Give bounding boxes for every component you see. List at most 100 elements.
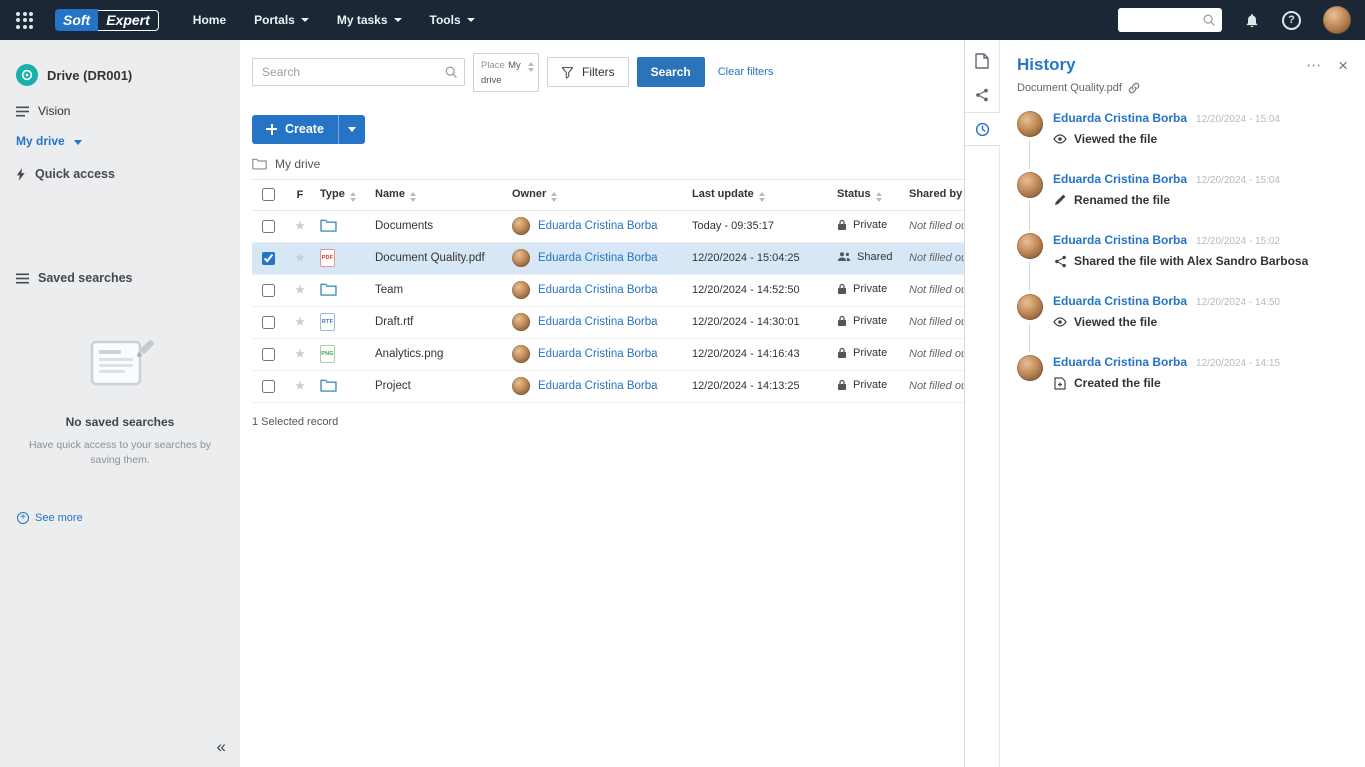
search-input[interactable] bbox=[252, 58, 465, 86]
quick-access-link[interactable] bbox=[0, 224, 240, 236]
row-checkbox[interactable] bbox=[262, 284, 275, 297]
last-update: 12/20/2024 - 14:13:25 bbox=[688, 370, 833, 402]
row-checkbox[interactable] bbox=[262, 348, 275, 361]
menu-item-tools[interactable]: Tools bbox=[430, 13, 475, 27]
favorite-star-icon[interactable] bbox=[294, 282, 306, 297]
breadcrumb-current[interactable]: My drive bbox=[275, 157, 320, 171]
tab-file-details[interactable] bbox=[965, 44, 999, 78]
close-icon[interactable]: × bbox=[1338, 57, 1348, 74]
file-name: Draft.rtf bbox=[371, 306, 508, 338]
row-checkbox[interactable] bbox=[262, 380, 275, 393]
file-badge-icon: PNG bbox=[320, 345, 335, 363]
link-icon[interactable] bbox=[1128, 82, 1140, 94]
place-selector[interactable]: Place My drive bbox=[473, 53, 539, 92]
quick-access-link[interactable] bbox=[0, 200, 240, 212]
more-options-icon[interactable]: ⋯ bbox=[1306, 58, 1322, 73]
shared-by: Not filled out bbox=[905, 306, 964, 338]
file-badge-icon: PDF bbox=[320, 249, 335, 267]
lock-icon bbox=[837, 379, 847, 391]
history-event: Eduarda Cristina Borba 12/20/2024 - 14:1… bbox=[1017, 355, 1348, 390]
app-title: Drive (DR001) bbox=[47, 68, 132, 83]
panel-title: History bbox=[1017, 55, 1076, 75]
chevron-down-icon bbox=[467, 18, 475, 22]
owner-link[interactable]: Eduarda Cristina Borba bbox=[538, 220, 658, 232]
list-icon bbox=[16, 273, 29, 284]
owner-avatar bbox=[512, 313, 530, 331]
column-header-status[interactable]: Status bbox=[833, 179, 905, 210]
table-row[interactable]: PDF Document Quality.pdf Eduarda Cristin… bbox=[252, 242, 964, 274]
see-more-link[interactable]: + See more bbox=[17, 512, 83, 524]
event-user-link[interactable]: Eduarda Cristina Borba bbox=[1053, 233, 1187, 247]
status-badge: Private bbox=[837, 347, 887, 359]
table-row[interactable]: Project Eduarda Cristina Borba 12/20/202… bbox=[252, 370, 964, 402]
breadcrumb: My drive bbox=[240, 144, 964, 179]
event-user-link[interactable]: Eduarda Cristina Borba bbox=[1053, 172, 1187, 186]
quick-access-link[interactable] bbox=[0, 188, 240, 200]
owner-link[interactable]: Eduarda Cristina Borba bbox=[538, 284, 658, 296]
owner-avatar bbox=[512, 249, 530, 267]
sort-icon bbox=[350, 192, 356, 202]
favorite-star-icon[interactable] bbox=[294, 314, 306, 329]
search-button[interactable]: Search bbox=[637, 57, 705, 87]
user-avatar[interactable] bbox=[1323, 6, 1351, 34]
filters-button[interactable]: Filters bbox=[547, 57, 629, 87]
favorite-star-icon[interactable] bbox=[294, 218, 306, 233]
clear-filters-link[interactable]: Clear filters bbox=[718, 66, 774, 78]
status-badge: Private bbox=[837, 283, 887, 295]
help-icon[interactable]: ? bbox=[1282, 11, 1301, 30]
column-header-shared-by[interactable]: Shared by bbox=[905, 179, 964, 210]
favorite-star-icon[interactable] bbox=[294, 378, 306, 393]
select-all-checkbox[interactable] bbox=[262, 188, 275, 201]
row-checkbox[interactable] bbox=[262, 252, 275, 265]
favorite-star-icon[interactable] bbox=[294, 250, 306, 265]
quick-access-link[interactable] bbox=[0, 236, 240, 248]
table-row[interactable]: PNG Analytics.png Eduarda Cristina Borba… bbox=[252, 338, 964, 370]
sidebar-item-my-drive[interactable]: My drive bbox=[0, 126, 240, 156]
owner-link[interactable]: Eduarda Cristina Borba bbox=[538, 316, 658, 328]
softexpert-logo[interactable]: Soft Expert bbox=[55, 9, 159, 31]
folder-icon bbox=[320, 378, 337, 392]
top-navbar: Soft Expert Home Portals My tasks Tools … bbox=[0, 0, 1365, 40]
column-header-last-update[interactable]: Last update bbox=[688, 179, 833, 210]
owner-link[interactable]: Eduarda Cristina Borba bbox=[538, 348, 658, 360]
row-checkbox[interactable] bbox=[262, 316, 275, 329]
app-grid-icon[interactable] bbox=[14, 10, 35, 31]
table-row[interactable]: RTF Draft.rtf Eduarda Cristina Borba 12/… bbox=[252, 306, 964, 338]
row-checkbox[interactable] bbox=[262, 220, 275, 233]
menu-item-portals[interactable]: Portals bbox=[254, 13, 309, 27]
app-header: Drive (DR001) bbox=[0, 52, 240, 96]
tab-history[interactable] bbox=[965, 112, 1000, 146]
quick-access-link[interactable] bbox=[0, 212, 240, 224]
tab-share[interactable] bbox=[965, 78, 999, 112]
favorite-star-icon[interactable] bbox=[294, 346, 306, 361]
column-header-owner[interactable]: Owner bbox=[508, 179, 688, 210]
owner-link[interactable]: Eduarda Cristina Borba bbox=[538, 252, 658, 264]
menu-item-my-tasks[interactable]: My tasks bbox=[337, 13, 402, 27]
column-header-favorite[interactable]: F bbox=[284, 179, 316, 210]
main-menu: Home Portals My tasks Tools bbox=[193, 13, 475, 27]
sidebar-item-vision[interactable]: Vision bbox=[0, 96, 240, 126]
event-user-link[interactable]: Eduarda Cristina Borba bbox=[1053, 355, 1187, 369]
event-user-link[interactable]: Eduarda Cristina Borba bbox=[1053, 111, 1187, 125]
column-header-name[interactable]: Name bbox=[371, 179, 508, 210]
menu-item-home[interactable]: Home bbox=[193, 13, 226, 27]
event-avatar bbox=[1017, 294, 1043, 320]
collapse-sidebar-button[interactable]: « bbox=[217, 737, 226, 757]
notifications-bell-icon[interactable] bbox=[1244, 12, 1260, 29]
create-button[interactable]: Create bbox=[252, 115, 338, 144]
eye-icon bbox=[1053, 134, 1067, 144]
empty-document-illustration bbox=[82, 334, 158, 394]
table-row[interactable]: Team Eduarda Cristina Borba 12/20/2024 -… bbox=[252, 274, 964, 306]
event-user-link[interactable]: Eduarda Cristina Borba bbox=[1053, 294, 1187, 308]
owner-link[interactable]: Eduarda Cristina Borba bbox=[538, 380, 658, 392]
sort-icon bbox=[410, 192, 416, 202]
shared-by: Not filled out bbox=[905, 338, 964, 370]
main-content: Place My drive Filters Search Clear filt… bbox=[240, 40, 964, 767]
table-row[interactable]: Documents Eduarda Cristina Borba Today -… bbox=[252, 210, 964, 242]
column-header-type[interactable]: Type bbox=[316, 179, 371, 210]
file-type-icon bbox=[320, 378, 337, 392]
sort-icon bbox=[528, 62, 534, 72]
create-dropdown-button[interactable] bbox=[338, 115, 365, 144]
lock-icon bbox=[837, 219, 847, 231]
last-update: 12/20/2024 - 14:30:01 bbox=[688, 306, 833, 338]
